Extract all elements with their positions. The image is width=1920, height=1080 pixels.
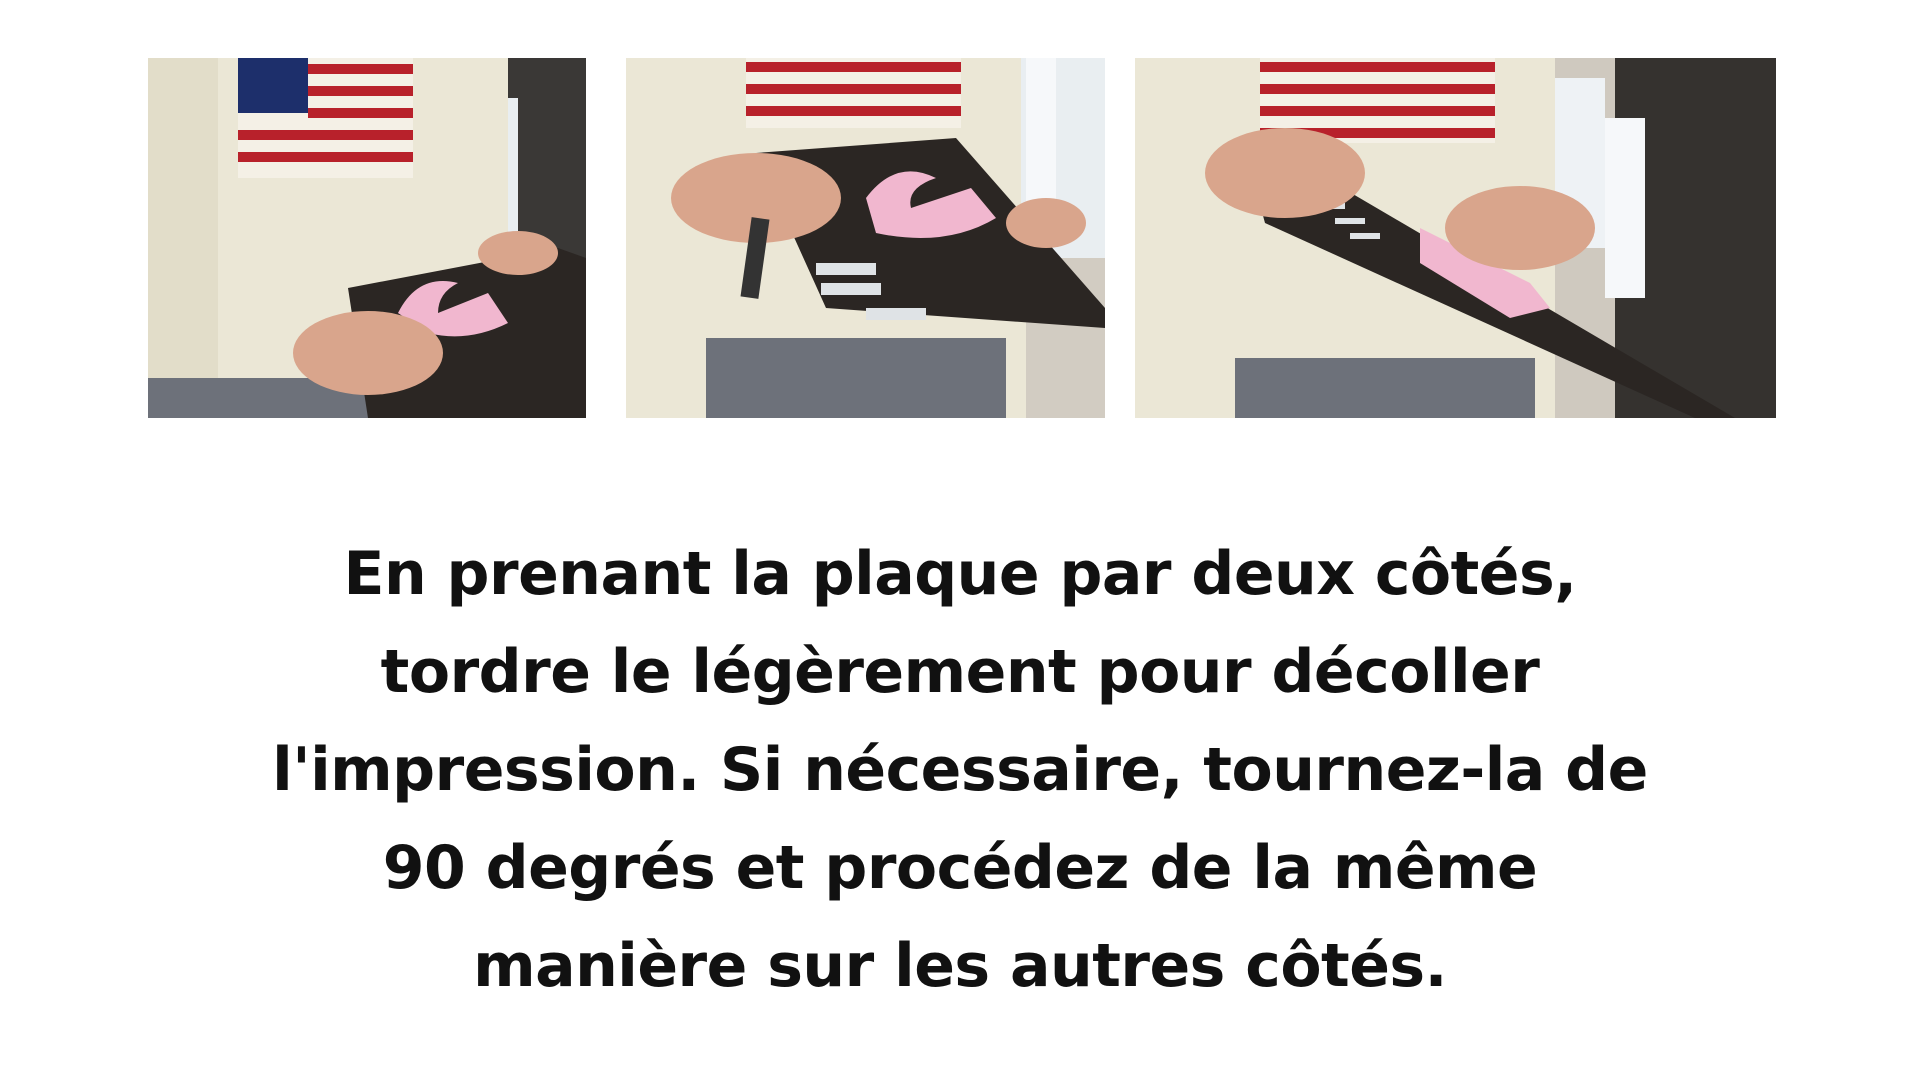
photo-bending-print-plate-icon <box>626 58 1105 418</box>
photo-strip <box>0 0 1920 420</box>
caption-line-2: tordre le légèrement pour décoller <box>380 637 1540 707</box>
photo-holding-plate <box>148 58 586 418</box>
photo-bending-plate <box>626 58 1105 418</box>
photo-peeling-print <box>1135 58 1776 418</box>
photo-peeling-print-icon <box>1135 58 1776 418</box>
caption-line-5: manière sur les autres côtés. <box>473 931 1447 1001</box>
caption-line-1: En prenant la plaque par deux côtés, <box>343 539 1577 609</box>
caption-line-4: 90 degrés et procédez de la même <box>382 833 1538 903</box>
photo-holding-print-plate-icon <box>148 58 586 418</box>
caption-line-3: l'impression. Si nécessaire, tournez-la … <box>272 735 1648 805</box>
instruction-caption: En prenant la plaque par deux côtés, tor… <box>160 525 1760 1015</box>
